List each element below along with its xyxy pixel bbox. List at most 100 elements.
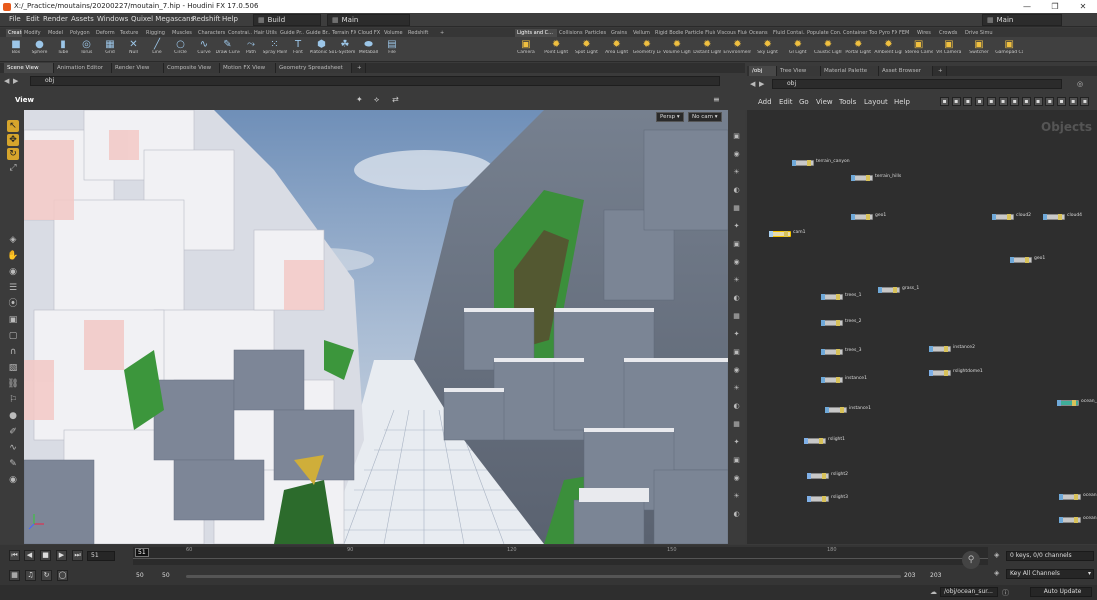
shelf-tab-texture[interactable]: Texture — [118, 29, 144, 37]
node-geo1[interactable]: geo1 — [851, 212, 921, 221]
shelf-tool-geometry-light[interactable]: ✹Geometry Light — [633, 38, 661, 61]
sphere-tool-icon[interactable]: ● — [7, 410, 19, 422]
stop-button[interactable]: ■ — [40, 550, 51, 561]
shelf-tab-cloud-fx[interactable]: Cloud FX — [356, 29, 382, 37]
node-geo1[interactable]: geo1 — [1010, 255, 1080, 264]
pane-tab-composite-view[interactable]: Composite View — [164, 63, 220, 73]
pane-tab-scene-view[interactable]: Scene View — [4, 63, 54, 73]
shelf-tab-polygon[interactable]: Polygon — [68, 29, 94, 37]
snap-icon[interactable]: ⦿ — [7, 298, 19, 310]
node-rslight3[interactable]: rslight3 — [807, 494, 877, 503]
viewport-display-option-icon[interactable]: ☀ — [731, 166, 742, 177]
status-info-icon[interactable]: ⓘ — [1002, 588, 1009, 598]
shelf-tool-null[interactable]: ✕ Null — [122, 38, 146, 61]
shelf-tab-particle-fluids[interactable]: Particle Fluids — [683, 29, 715, 37]
network-menu-layout[interactable]: Layout — [864, 98, 888, 106]
back-icon[interactable]: ◀ — [4, 77, 9, 85]
shelf-tool-vr-camera[interactable]: ▣ VR Camera — [935, 38, 963, 61]
viewport-display-option-icon[interactable]: ◉ — [731, 364, 742, 375]
key-all-channels-menu[interactable]: Key All Channels ▾ — [1006, 569, 1094, 579]
range-end-value[interactable]: 203 — [904, 572, 915, 579]
menu-assets[interactable]: Assets — [71, 15, 94, 23]
shelf-tab-guide-pr[interactable]: Guide Pr... — [278, 29, 304, 37]
minimize-button[interactable]: — — [1013, 0, 1041, 13]
viewport-display-option-icon[interactable]: ◐ — [731, 400, 742, 411]
auto-update-menu[interactable]: Auto Update — [1030, 587, 1092, 597]
scene-viewport[interactable]: Persp ▾ No cam ▾ — [24, 110, 728, 544]
viewport-display-option-icon[interactable]: ✦ — [731, 436, 742, 447]
frame-slider[interactable]: 51 60 90 120 150 180 — [133, 547, 988, 565]
shelf-tab-fem[interactable]: FEM — [897, 29, 915, 37]
shelf-tab-crowds[interactable]: Crowds — [937, 29, 963, 37]
menu-windows[interactable]: Windows — [97, 15, 128, 23]
audio-toggle-icon[interactable]: ♫ — [25, 570, 36, 581]
shelf-tool-distant-light[interactable]: ✹ Distant Light — [693, 38, 721, 61]
help-icon[interactable]: ▪ — [1080, 97, 1090, 106]
desktop-select[interactable]: ▦ Build — [253, 14, 321, 26]
shelf-tool-metaball[interactable]: ⬬ Metaball — [357, 38, 381, 61]
viewport-display-option-icon[interactable]: ▣ — [731, 130, 742, 141]
viewer-path-field[interactable]: obj — [30, 76, 720, 86]
jump-start-button[interactable]: ⏮ — [9, 550, 20, 561]
sticky-icon[interactable]: ▧ — [7, 362, 19, 374]
viewport-display-option-icon[interactable]: ✦ — [731, 220, 742, 231]
shelf-tab-drive-simula[interactable]: Drive Simula... — [963, 29, 993, 37]
shelf-tool-gamepad-camera[interactable]: ▣Gamepad Camera — [995, 38, 1023, 61]
camera-tool-icon[interactable]: ⟡ — [374, 95, 379, 105]
shelf-tool-draw-curve[interactable]: ✎ Draw Curve — [216, 38, 240, 61]
tag-icon[interactable]: ⚐ — [7, 394, 19, 406]
viewport-display-option-icon[interactable]: ✦ — [731, 328, 742, 339]
play-reverse-button[interactable]: ◀ — [24, 550, 35, 561]
node-instance2[interactable]: instance2 — [929, 344, 999, 353]
network-box-icon[interactable]: ▪ — [1010, 97, 1020, 106]
move-tool-icon[interactable]: ✥ — [7, 134, 19, 146]
timeline-options-icon[interactable]: ◯ — [57, 570, 68, 581]
network-menu-edit[interactable]: Edit — [779, 98, 793, 106]
shelf-tab-particles[interactable]: Particles — [583, 29, 609, 37]
shelf-tab-fluid-contai[interactable]: Fluid Contai... — [771, 29, 805, 37]
node-instance1[interactable]: instance1 — [825, 405, 895, 414]
play-button[interactable]: ▶ — [56, 550, 67, 561]
network-path-field[interactable]: obj — [772, 79, 1062, 89]
shelf-tab-rigid-bodies[interactable]: Rigid Bodies — [653, 29, 683, 37]
shelf-tab-terrain-fx[interactable]: Terrain FX — [330, 29, 356, 37]
node-ocean[interactable]: ocean — [1059, 492, 1097, 501]
viewer-options-icon[interactable]: ≡ — [713, 95, 720, 104]
persp-menu[interactable]: Persp ▾ — [656, 112, 684, 122]
menu-render[interactable]: Render — [43, 15, 68, 23]
shelf-tab-deform[interactable]: Deform — [94, 29, 118, 37]
shelf-tool-sky-light[interactable]: ✹ Sky Light — [754, 38, 782, 61]
range-start-value[interactable]: 50 — [136, 572, 144, 579]
eye-icon[interactable]: ◉ — [7, 474, 19, 486]
link-icon[interactable]: ⛓ — [7, 378, 19, 390]
menu-redshift[interactable]: Redshift — [192, 15, 220, 23]
magnet-icon[interactable]: ∩ — [7, 346, 19, 358]
network-menu-tools[interactable]: Tools — [839, 98, 856, 106]
render-region-icon[interactable]: ▢ — [7, 330, 19, 342]
pane-tab-tree-view[interactable]: Tree View — [777, 66, 821, 76]
net-back-icon[interactable]: ◀ — [750, 80, 755, 88]
network-menu-go[interactable]: Go — [799, 98, 809, 106]
node-rslight1[interactable]: rslight1 — [804, 436, 874, 445]
shelf-tab-rigging[interactable]: Rigging — [144, 29, 170, 37]
node-cloud4[interactable]: cloud4 — [1043, 212, 1097, 221]
sticky-note-icon[interactable]: ▪ — [998, 97, 1008, 106]
shelf-tab-guide-br[interactable]: Guide Br... — [304, 29, 330, 37]
pane-tab-motion-fx-view[interactable]: Motion FX View — [220, 63, 276, 73]
shelf-tool-l-system[interactable]: ☘ L-System — [333, 38, 357, 61]
maximize-button[interactable]: ❐ — [1041, 0, 1069, 13]
shelf-tab-create[interactable]: Create — [6, 29, 22, 37]
shelf-tool-torus[interactable]: ◎ Torus — [75, 38, 99, 61]
viewport-display-option-icon[interactable]: ☀ — [731, 382, 742, 393]
shelf-tool-tube[interactable]: ▮ Tube — [51, 38, 75, 61]
tree-icon[interactable]: ▪ — [1021, 97, 1031, 106]
shelf-tab-wires[interactable]: Wires — [915, 29, 937, 37]
shelf-tool-file[interactable]: ▤ File — [380, 38, 404, 61]
shelf-tool-circle[interactable]: ○ Circle — [169, 38, 193, 61]
select-tool-icon[interactable]: ↖ — [7, 120, 19, 132]
shelf-tool-spray-paint[interactable]: ⁙ Spray Paint — [263, 38, 287, 61]
shelf-tool-curve[interactable]: ∿ Curve — [192, 38, 216, 61]
add-shelf-tab-icon[interactable]: + — [438, 29, 446, 37]
viewport-display-option-icon[interactable]: ☀ — [731, 274, 742, 285]
viewport-display-option-icon[interactable]: ▣ — [731, 238, 742, 249]
